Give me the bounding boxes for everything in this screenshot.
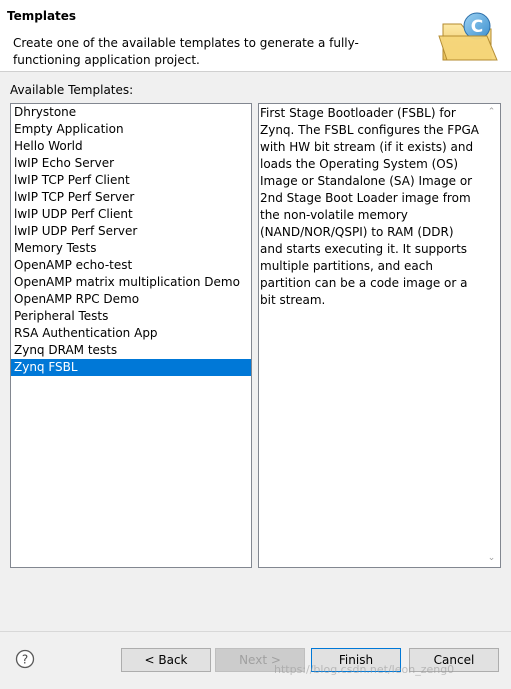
page-description: Create one of the available templates to…	[13, 36, 359, 67]
template-list-item[interactable]: lwIP UDP Perf Server	[11, 223, 251, 240]
watermark: https://blog.csdn.net/leon_zeng0	[274, 663, 455, 676]
folder-c-icon: C	[438, 12, 498, 61]
template-list-item[interactable]: Peripheral Tests	[11, 308, 251, 325]
button-bar-separator	[0, 631, 511, 632]
template-list-item[interactable]: Hello World	[11, 138, 251, 155]
svg-text:?: ?	[22, 653, 28, 667]
template-list-item[interactable]: Empty Application	[11, 121, 251, 138]
template-list-item[interactable]: RSA Authentication App	[11, 325, 251, 342]
help-icon[interactable]: ?	[15, 649, 35, 669]
template-list-item[interactable]: lwIP Echo Server	[11, 155, 251, 172]
back-button[interactable]: < Back	[121, 648, 211, 672]
template-list-item[interactable]: lwIP TCP Perf Server	[11, 189, 251, 206]
template-list-item[interactable]: OpenAMP matrix multiplication Demo	[11, 274, 251, 291]
template-description-text: First Stage Bootloader (FSBL) for Zynq. …	[260, 106, 479, 307]
page-title: Templates	[7, 9, 77, 23]
template-list-item[interactable]: lwIP UDP Perf Client	[11, 206, 251, 223]
available-templates-label: Available Templates:	[10, 83, 134, 97]
scroll-down-icon[interactable]: ⌄	[483, 550, 500, 567]
svg-text:C: C	[471, 17, 483, 37]
template-list-item[interactable]: lwIP TCP Perf Client	[11, 172, 251, 189]
template-list-item[interactable]: Zynq DRAM tests	[11, 342, 251, 359]
wizard-header: Templates Create one of the available te…	[0, 0, 511, 72]
template-list-item[interactable]: OpenAMP echo-test	[11, 257, 251, 274]
templates-list[interactable]: Dhrystone Empty Application Hello World lwI…	[10, 103, 252, 568]
scroll-up-icon[interactable]: ⌃	[483, 104, 500, 121]
template-list-item[interactable]: Memory Tests	[11, 240, 251, 257]
template-list-item[interactable]: Dhrystone	[11, 104, 251, 121]
description-scrollbar[interactable]: ⌃ ⌄	[483, 104, 500, 567]
template-list-item[interactable]: Zynq FSBL	[11, 359, 251, 376]
template-list-item[interactable]: OpenAMP RPC Demo	[11, 291, 251, 308]
template-description-panel: First Stage Bootloader (FSBL) for Zynq. …	[258, 103, 501, 568]
